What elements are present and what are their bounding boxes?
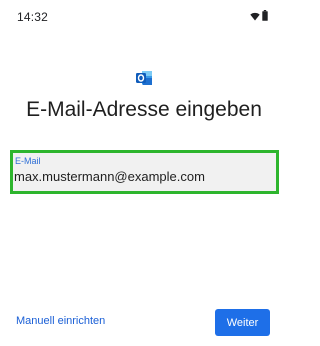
status-time: 14:32 — [17, 10, 49, 24]
status-icons — [250, 8, 268, 26]
email-field[interactable] — [14, 169, 264, 184]
page-title: E-Mail-Adresse eingeben — [26, 98, 262, 121]
email-setup-screen: 14:32 E-Mail-Adresse eingeben E-Mail max… — [0, 0, 288, 346]
status-bar: 14:32 — [0, 0, 288, 34]
battery-icon — [262, 8, 268, 26]
email-field-label: E-Mail — [15, 156, 41, 166]
manual-setup-link[interactable]: Manuell einrichten — [16, 315, 105, 327]
wifi-icon — [250, 8, 260, 26]
outlook-logo-icon — [135, 69, 153, 87]
next-button[interactable]: Weiter — [215, 309, 270, 336]
